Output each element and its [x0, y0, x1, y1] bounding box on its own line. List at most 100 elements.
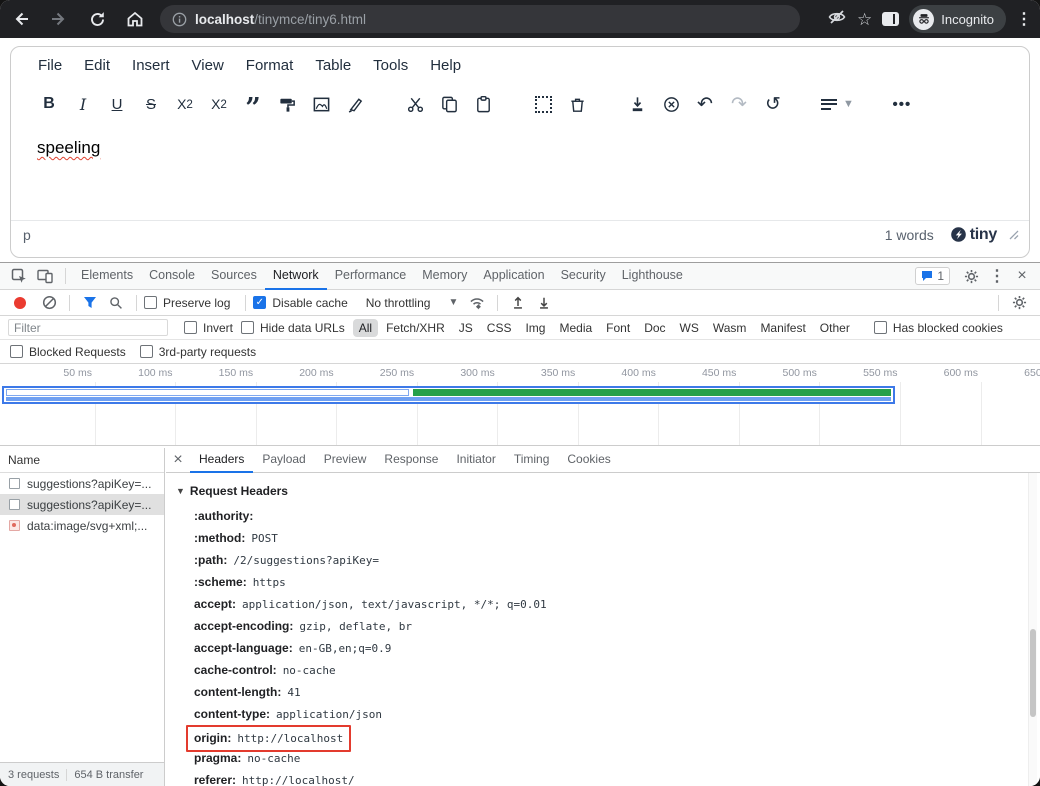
request-row[interactable]: data:image/svg+xml;...: [0, 515, 164, 536]
devtools-tab[interactable]: Sources: [203, 263, 265, 290]
hide-data-urls-checkbox[interactable]: [241, 321, 254, 334]
devtools-tab[interactable]: Console: [141, 263, 203, 290]
reload-button[interactable]: [80, 2, 114, 36]
editor-menu-item[interactable]: Insert: [121, 51, 181, 80]
side-panel-icon[interactable]: [882, 12, 899, 26]
request-row[interactable]: suggestions?apiKey=...: [0, 473, 164, 494]
editor-menu-item[interactable]: Format: [235, 51, 305, 80]
export-har-icon[interactable]: [531, 290, 557, 316]
preserve-log-checkbox[interactable]: [144, 296, 157, 309]
format-painter-icon[interactable]: [275, 92, 299, 116]
has-blocked-cookies-checkbox[interactable]: [874, 321, 887, 334]
network-settings-icon[interactable]: [1006, 290, 1032, 316]
record-network-log-icon[interactable]: [14, 297, 26, 309]
strikethrough-icon[interactable]: S: [139, 92, 163, 116]
inspect-element-icon[interactable]: [6, 263, 32, 289]
redo-icon[interactable]: ↷: [727, 92, 751, 116]
password-hidden-eye-icon[interactable]: [827, 7, 847, 32]
issues-badge[interactable]: 1: [915, 267, 950, 285]
resource-type-filter[interactable]: Manifest: [754, 319, 811, 337]
details-tab[interactable]: Cookies: [558, 448, 619, 473]
device-toolbar-icon[interactable]: [32, 263, 58, 289]
details-tab[interactable]: Response: [375, 448, 447, 473]
scrollbar-thumb[interactable]: [1030, 629, 1036, 717]
resource-type-filter[interactable]: Font: [600, 319, 636, 337]
import-har-icon[interactable]: [505, 290, 531, 316]
devtools-tab[interactable]: Security: [553, 263, 614, 290]
resource-type-filter[interactable]: Img: [519, 319, 551, 337]
forward-button[interactable]: [42, 2, 76, 36]
resource-type-filter[interactable]: Fetch/XHR: [380, 319, 451, 337]
back-button[interactable]: [4, 2, 38, 36]
details-tab[interactable]: Headers: [190, 448, 253, 473]
word-count[interactable]: 1 words: [885, 227, 934, 243]
permanent-pen-icon[interactable]: [343, 92, 367, 116]
details-tab[interactable]: Payload: [253, 448, 314, 473]
resource-type-filter[interactable]: All: [353, 319, 378, 337]
resource-type-filter[interactable]: Doc: [638, 319, 671, 337]
devtools-tab[interactable]: Memory: [414, 263, 475, 290]
editor-menu-item[interactable]: Table: [304, 51, 362, 80]
resource-type-filter[interactable]: JS: [453, 319, 479, 337]
filter-icon[interactable]: [77, 290, 103, 316]
superscript-icon[interactable]: X2: [207, 92, 231, 116]
blockquote-icon[interactable]: ”: [241, 92, 265, 116]
resource-type-filter[interactable]: Media: [553, 319, 598, 337]
invert-checkbox[interactable]: [184, 321, 197, 334]
devtools-settings-icon[interactable]: [958, 263, 984, 289]
request-headers-title[interactable]: ▼ Request Headers: [176, 481, 1026, 501]
details-scrollbar[interactable]: [1028, 473, 1037, 786]
align-left-button[interactable]: ▼: [821, 92, 854, 116]
delete-icon[interactable]: [565, 92, 589, 116]
tiny-logo[interactable]: tiny: [950, 226, 997, 244]
editor-content[interactable]: speeling: [11, 124, 1029, 220]
bookmark-star-icon[interactable]: ☆: [857, 11, 872, 28]
throttling-select[interactable]: No throttling ▼: [366, 296, 459, 310]
devtools-tab[interactable]: Network: [265, 263, 327, 290]
copy-icon[interactable]: [437, 92, 461, 116]
third-party-checkbox[interactable]: [140, 345, 153, 358]
details-tab[interactable]: Timing: [505, 448, 559, 473]
devtools-menu-icon[interactable]: ⋮: [984, 263, 1010, 289]
editor-menu-item[interactable]: Edit: [73, 51, 121, 80]
name-column-header[interactable]: Name: [0, 448, 164, 473]
export-icon[interactable]: [625, 92, 649, 116]
misspelled-word[interactable]: speeling: [37, 138, 100, 157]
blocked-requests-checkbox[interactable]: [10, 345, 23, 358]
underline-icon[interactable]: U: [105, 92, 129, 116]
resource-type-filter[interactable]: WS: [674, 319, 705, 337]
element-path[interactable]: p: [23, 227, 31, 243]
browser-menu-icon[interactable]: ⋮: [1016, 9, 1032, 29]
close-details-icon[interactable]: ×: [166, 451, 190, 469]
devtools-tab[interactable]: Elements: [73, 263, 141, 290]
resource-type-filter[interactable]: Other: [814, 319, 856, 337]
editor-menu-item[interactable]: View: [181, 51, 235, 80]
more-toolbar-icon[interactable]: •••: [890, 92, 914, 116]
home-button[interactable]: [118, 2, 152, 36]
restore-draft-icon[interactable]: ↺: [761, 92, 785, 116]
request-row[interactable]: suggestions?apiKey=...: [0, 494, 164, 515]
disable-cache-checkbox[interactable]: ✓: [253, 296, 266, 309]
select-all-icon[interactable]: [531, 92, 555, 116]
devtools-tab[interactable]: Lighthouse: [614, 263, 691, 290]
editor-menu-item[interactable]: Help: [419, 51, 472, 80]
resource-type-filter[interactable]: CSS: [481, 319, 518, 337]
resize-handle-icon[interactable]: [1009, 227, 1019, 243]
devtools-tab[interactable]: Performance: [327, 263, 415, 290]
editor-menu-item[interactable]: File: [27, 51, 73, 80]
bold-icon[interactable]: B: [37, 92, 61, 116]
editor-menu-item[interactable]: Tools: [362, 51, 419, 80]
devtools-tab[interactable]: Application: [475, 263, 552, 290]
timeline-selection[interactable]: [2, 386, 895, 404]
paste-icon[interactable]: [471, 92, 495, 116]
remove-icon[interactable]: [659, 92, 683, 116]
address-bar[interactable]: localhost/tinymce/tiny6.html: [160, 5, 800, 33]
network-conditions-icon[interactable]: [464, 290, 490, 316]
subscript-icon[interactable]: X2: [173, 92, 197, 116]
network-filter-input[interactable]: [8, 319, 168, 336]
italic-icon[interactable]: I: [71, 92, 95, 116]
insert-image-icon[interactable]: [309, 92, 333, 116]
undo-icon[interactable]: ↶: [693, 92, 717, 116]
resource-type-filter[interactable]: Wasm: [707, 319, 753, 337]
details-tab[interactable]: Initiator: [447, 448, 504, 473]
